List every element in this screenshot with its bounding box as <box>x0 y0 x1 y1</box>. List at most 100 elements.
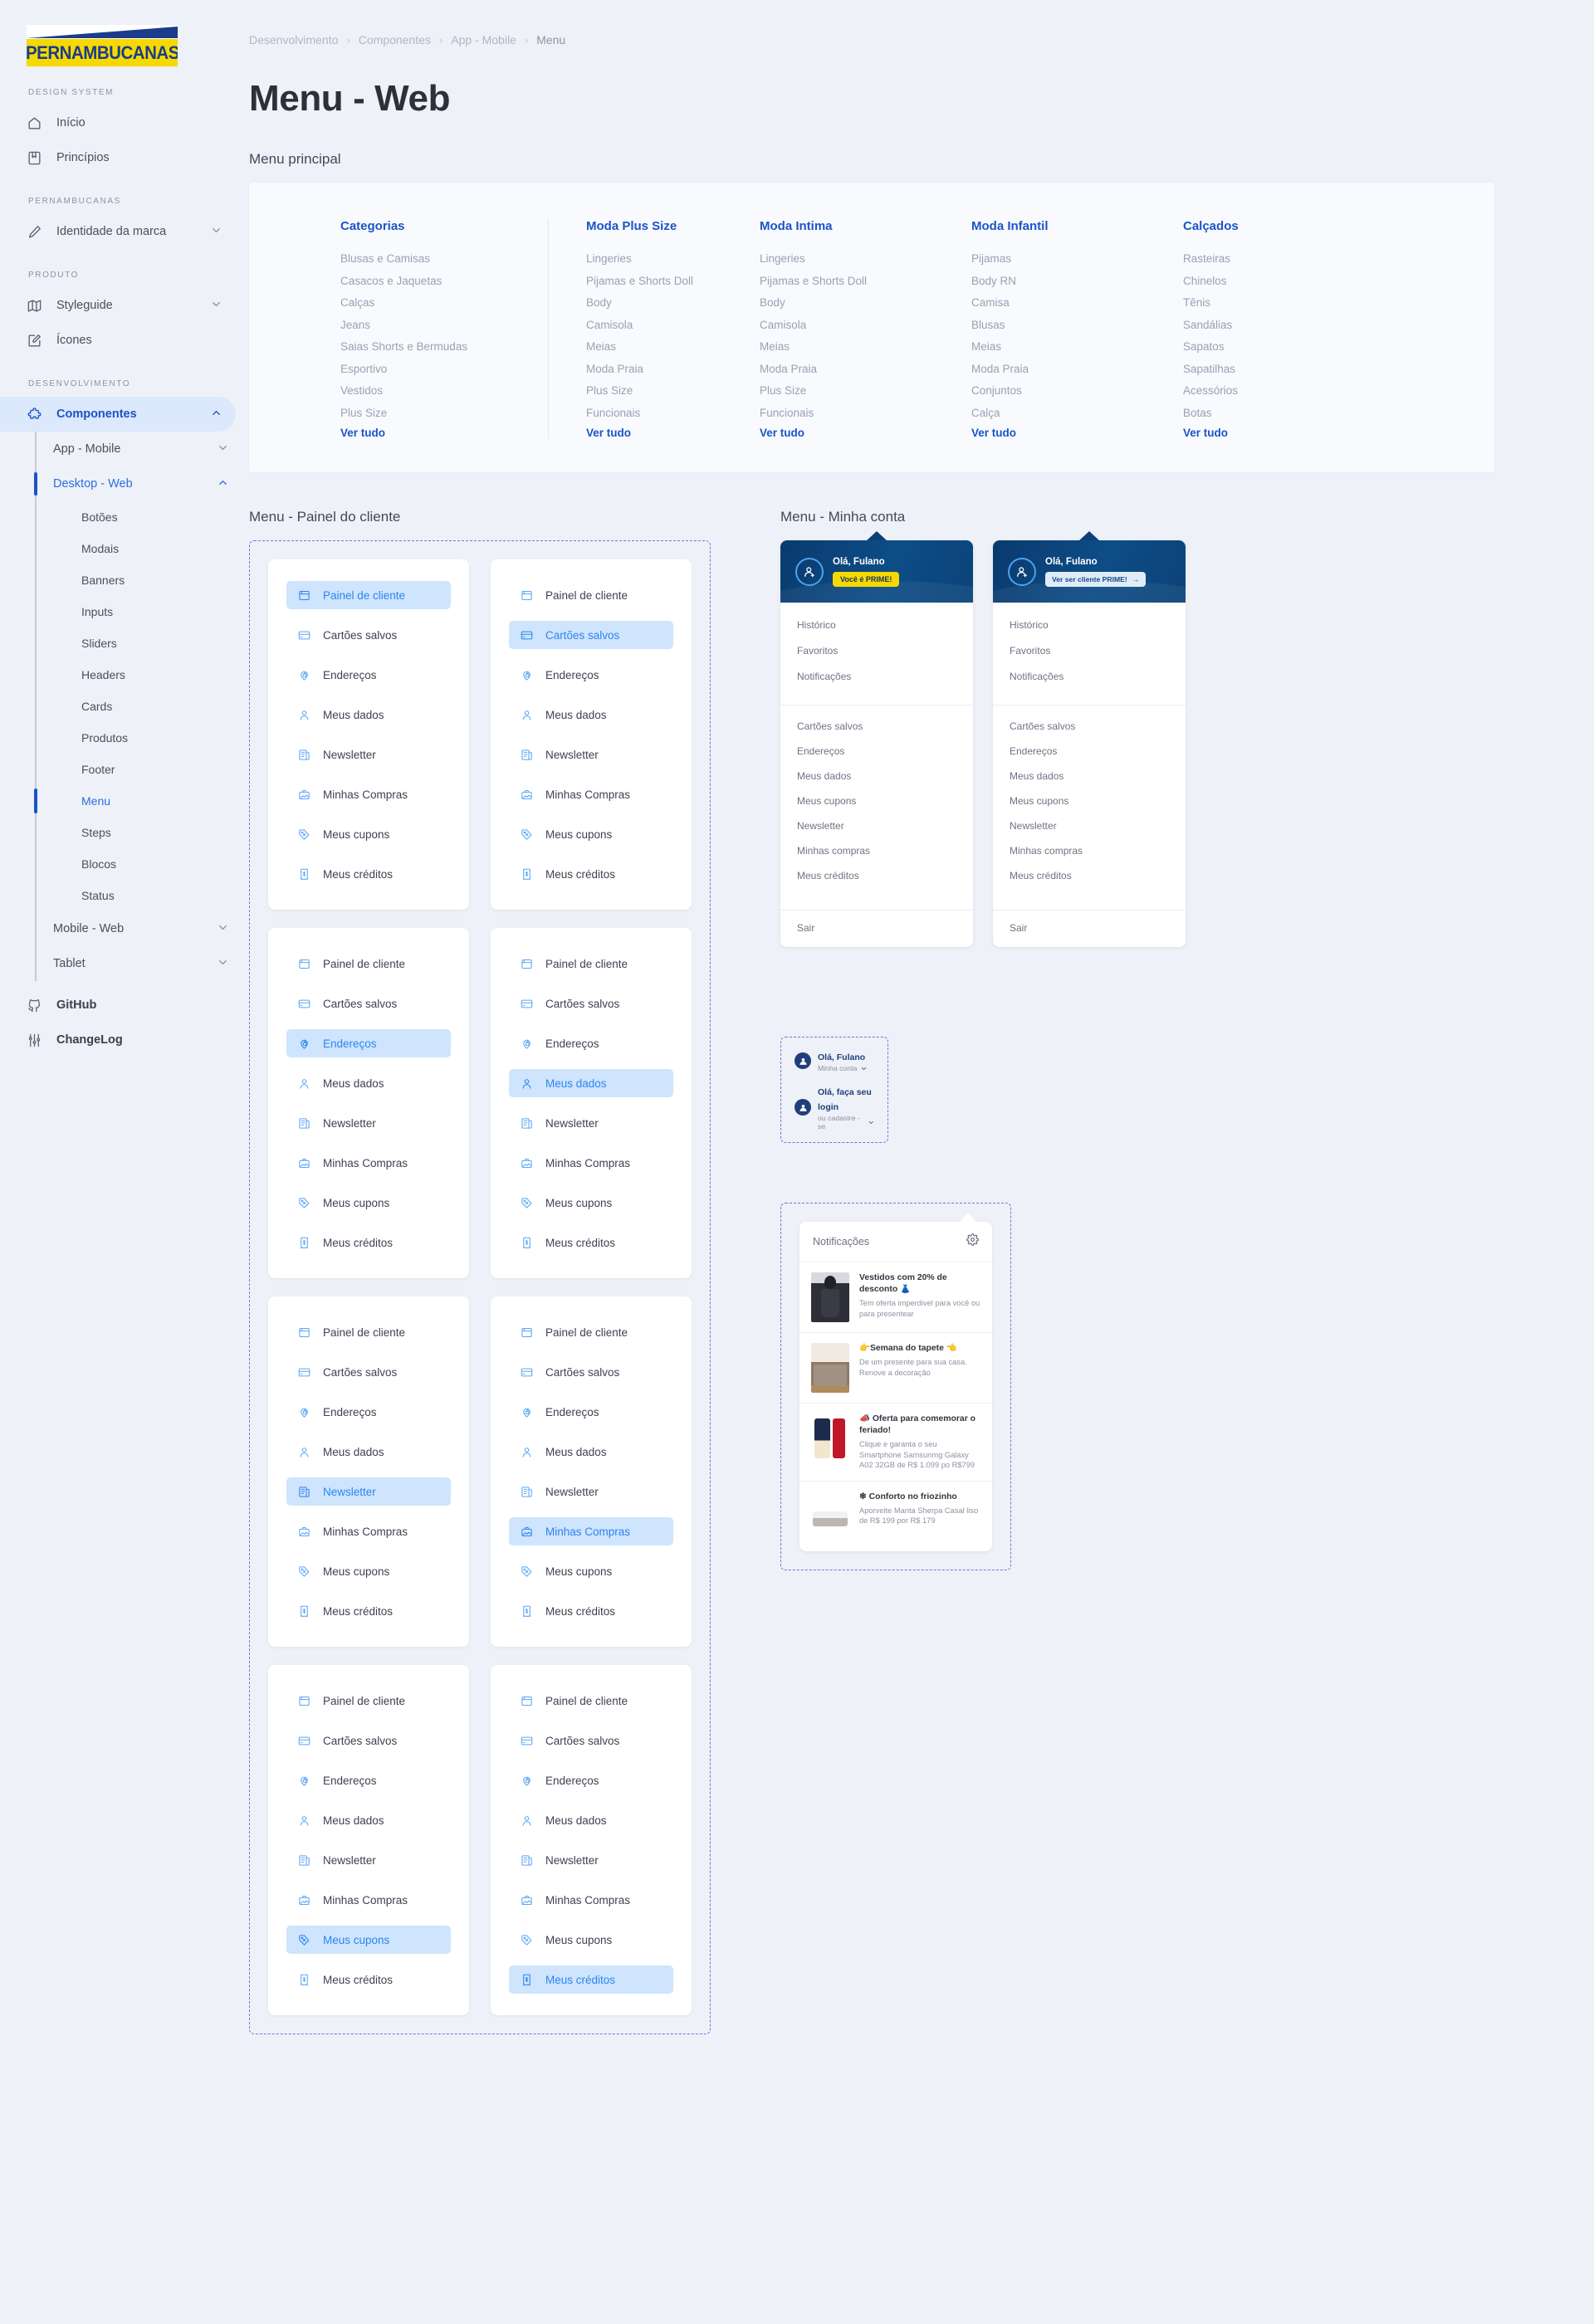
panel-menu-item[interactable]: Newsletter <box>509 1109 673 1137</box>
gear-icon[interactable] <box>966 1233 979 1250</box>
menu-column-item[interactable]: Funcionais <box>586 403 760 425</box>
panel-menu-item[interactable]: Painel de cliente <box>509 1687 673 1715</box>
panel-menu-item[interactable]: Minhas Compras <box>286 780 451 808</box>
menu-column-item[interactable]: Rasteiras <box>1183 248 1395 271</box>
menu-column-see-all-link[interactable]: Ver tudo <box>971 427 1183 439</box>
panel-menu-item[interactable]: Meus dados <box>286 1438 451 1466</box>
login-subtitle[interactable]: Minha conta <box>818 1064 868 1072</box>
account-link[interactable]: Meus créditos <box>797 868 956 883</box>
panel-menu-item[interactable]: Meus dados <box>286 701 451 729</box>
prime-badge[interactable]: Você é PRIME! <box>833 571 900 587</box>
panel-menu-item[interactable]: Endereços <box>286 1766 451 1794</box>
menu-column-see-all-link[interactable]: Ver tudo <box>586 427 760 439</box>
account-link[interactable]: Minhas compras <box>1010 843 1169 858</box>
menu-column-item[interactable]: Conjuntos <box>971 380 1183 403</box>
panel-menu-item[interactable]: Minhas Compras <box>286 1149 451 1177</box>
sidebar-leaf-status[interactable]: Status <box>35 880 249 911</box>
panel-menu-item[interactable]: Minhas Compras <box>286 1517 451 1545</box>
menu-column-item[interactable]: Botas <box>1183 403 1395 425</box>
sidebar-leaf-blocos[interactable]: Blocos <box>35 848 249 880</box>
menu-column-item[interactable]: Saias Shorts e Bermudas <box>340 336 548 359</box>
panel-menu-item[interactable]: Meus dados <box>509 1806 673 1834</box>
panel-menu-item[interactable]: Endereços <box>509 1766 673 1794</box>
breadcrumb-item[interactable]: Componentes <box>359 33 431 46</box>
account-link[interactable]: Newsletter <box>1010 818 1169 833</box>
panel-menu-item[interactable]: Meus créditos <box>509 1228 673 1257</box>
panel-menu-item[interactable]: Minhas Compras <box>509 1886 673 1914</box>
sidebar-leaf-sliders[interactable]: Sliders <box>35 627 249 659</box>
sidebar-leaf-headers[interactable]: Headers <box>35 659 249 691</box>
sidebar-leaf-botões[interactable]: Botões <box>35 501 249 533</box>
menu-column-item[interactable]: Blusas e Camisas <box>340 248 548 271</box>
panel-menu-item[interactable]: Meus cupons <box>286 1926 451 1954</box>
panel-menu-item[interactable]: Newsletter <box>509 740 673 769</box>
chevron-down-icon[interactable] <box>217 956 229 972</box>
menu-column-item[interactable]: Camisa <box>971 292 1183 315</box>
menu-column-item[interactable]: Camisola <box>760 315 971 337</box>
prime-badge[interactable]: Ver ser cliente PRIME! → <box>1045 571 1147 587</box>
panel-menu-item[interactable]: Cartões salvos <box>509 989 673 1018</box>
panel-menu-item[interactable]: Meus créditos <box>286 860 451 888</box>
panel-menu-item[interactable]: Minhas Compras <box>509 1149 673 1177</box>
panel-menu-item[interactable]: Meus cupons <box>509 820 673 848</box>
menu-column-item[interactable]: Body <box>760 292 971 315</box>
menu-column-item[interactable]: Sapatilhas <box>1183 359 1395 381</box>
menu-column-item[interactable]: Sapatos <box>1183 336 1395 359</box>
menu-column-item[interactable]: Calça <box>971 403 1183 425</box>
panel-menu-item[interactable]: Meus cupons <box>509 1557 673 1585</box>
sidebar-item-componentes[interactable]: Componentes <box>0 397 236 432</box>
sidebar-leaf-banners[interactable]: Banners <box>35 564 249 596</box>
panel-menu-item[interactable]: Minhas Compras <box>509 780 673 808</box>
account-link[interactable]: Endereços <box>797 744 956 759</box>
panel-menu-item[interactable]: Meus cupons <box>286 820 451 848</box>
sidebar-item-mobile-web[interactable]: Mobile - Web <box>35 911 249 946</box>
panel-menu-item[interactable]: Newsletter <box>286 1477 451 1506</box>
panel-menu-item[interactable]: Cartões salvos <box>509 1726 673 1755</box>
panel-menu-item[interactable]: Meus créditos <box>509 1965 673 1994</box>
panel-menu-item[interactable]: Meus créditos <box>286 1965 451 1994</box>
account-link[interactable]: Cartões salvos <box>797 719 956 734</box>
panel-menu-item[interactable]: Painel de cliente <box>509 581 673 609</box>
panel-menu-item[interactable]: Painel de cliente <box>286 581 451 609</box>
login-subtitle[interactable]: ou cadastre -se <box>818 1114 874 1130</box>
panel-menu-item[interactable]: Painel de cliente <box>286 1318 451 1346</box>
menu-column-item[interactable]: Vestidos <box>340 380 548 403</box>
panel-menu-item[interactable]: Endereços <box>509 661 673 689</box>
panel-menu-item[interactable]: Minhas Compras <box>286 1886 451 1914</box>
account-link[interactable]: Histórico <box>1010 618 1169 632</box>
menu-column-see-all-link[interactable]: Ver tudo <box>1183 427 1395 439</box>
account-link[interactable]: Minhas compras <box>797 843 956 858</box>
sidebar-leaf-cards[interactable]: Cards <box>35 691 249 722</box>
breadcrumb-item[interactable]: App - Mobile <box>451 33 516 46</box>
panel-menu-item[interactable]: Painel de cliente <box>286 950 451 978</box>
sidebar-leaf-inputs[interactable]: Inputs <box>35 596 249 627</box>
panel-menu-item[interactable]: Endereços <box>286 1029 451 1057</box>
chevron-up-icon[interactable] <box>217 476 229 492</box>
menu-column-title[interactable]: Calçados <box>1183 219 1395 233</box>
sidebar-item-inicio[interactable]: Início <box>0 105 236 140</box>
panel-menu-item[interactable]: Meus cupons <box>286 1189 451 1217</box>
account-link[interactable]: Meus cupons <box>797 793 956 808</box>
panel-menu-item[interactable]: Meus créditos <box>509 1597 673 1625</box>
panel-menu-item[interactable]: Meus dados <box>509 701 673 729</box>
panel-menu-item[interactable]: Cartões salvos <box>286 1726 451 1755</box>
sidebar-leaf-produtos[interactable]: Produtos <box>35 722 249 754</box>
panel-menu-item[interactable]: Cartões salvos <box>509 621 673 649</box>
menu-column-item[interactable]: Lingeries <box>760 248 971 271</box>
notification-item[interactable]: 📣 Oferta para comemorar o feriado! Clique… <box>799 1404 992 1482</box>
brand-logo[interactable]: PERNAMBUCANAS <box>0 0 249 66</box>
menu-column-item[interactable]: Tênis <box>1183 292 1395 315</box>
chevron-down-icon[interactable] <box>217 442 229 457</box>
panel-menu-item[interactable]: Meus dados <box>286 1806 451 1834</box>
sidebar-item-principios[interactable]: Princípios <box>0 140 236 175</box>
menu-column-item[interactable]: Moda Praia <box>586 359 760 381</box>
sidebar-item-app-mobile[interactable]: App - Mobile <box>35 432 249 466</box>
menu-column-item[interactable]: Pijamas <box>971 248 1183 271</box>
login-row-logged-out[interactable]: Olá, faça seu login ou cadastre -se <box>795 1084 874 1130</box>
menu-column-item[interactable]: Camisola <box>586 315 760 337</box>
panel-menu-item[interactable]: Newsletter <box>509 1846 673 1874</box>
panel-menu-item[interactable]: Meus créditos <box>286 1228 451 1257</box>
menu-column-item[interactable]: Sandálias <box>1183 315 1395 337</box>
account-link[interactable]: Meus créditos <box>1010 868 1169 883</box>
menu-column-item[interactable]: Moda Praia <box>971 359 1183 381</box>
